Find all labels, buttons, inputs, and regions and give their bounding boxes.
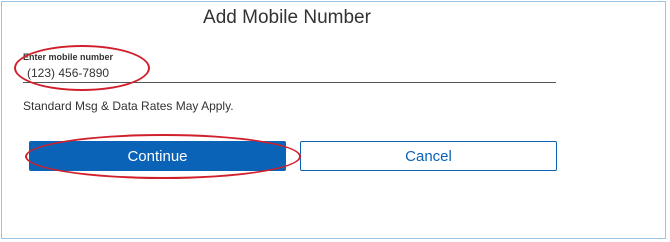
cancel-button[interactable]: Cancel — [300, 141, 557, 171]
mobile-number-input[interactable] — [27, 65, 555, 80]
mobile-number-label: Enter mobile number — [23, 52, 114, 62]
mobile-number-underline — [23, 82, 556, 83]
dialog-frame: Add Mobile Number Enter mobile number St… — [1, 1, 666, 239]
continue-button[interactable]: Continue — [29, 141, 286, 171]
rates-disclaimer: Standard Msg & Data Rates May Apply. — [23, 99, 234, 113]
dialog-title: Add Mobile Number — [203, 7, 371, 28]
